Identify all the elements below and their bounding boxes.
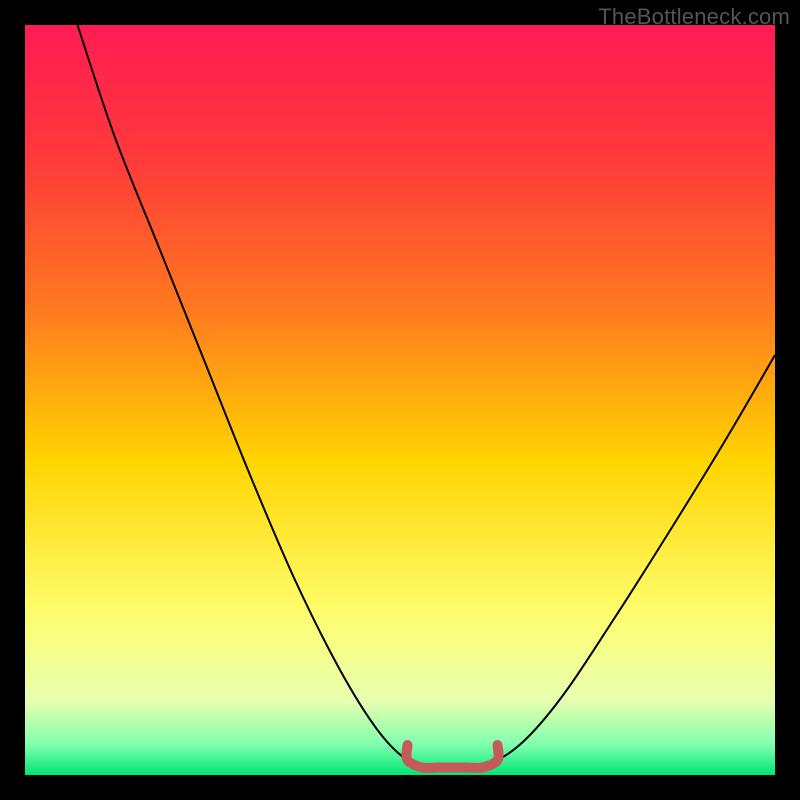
gradient-background xyxy=(25,25,775,775)
chart-svg xyxy=(25,25,775,775)
bottleneck-chart xyxy=(25,25,775,775)
watermark-text: TheBottleneck.com xyxy=(598,4,790,30)
